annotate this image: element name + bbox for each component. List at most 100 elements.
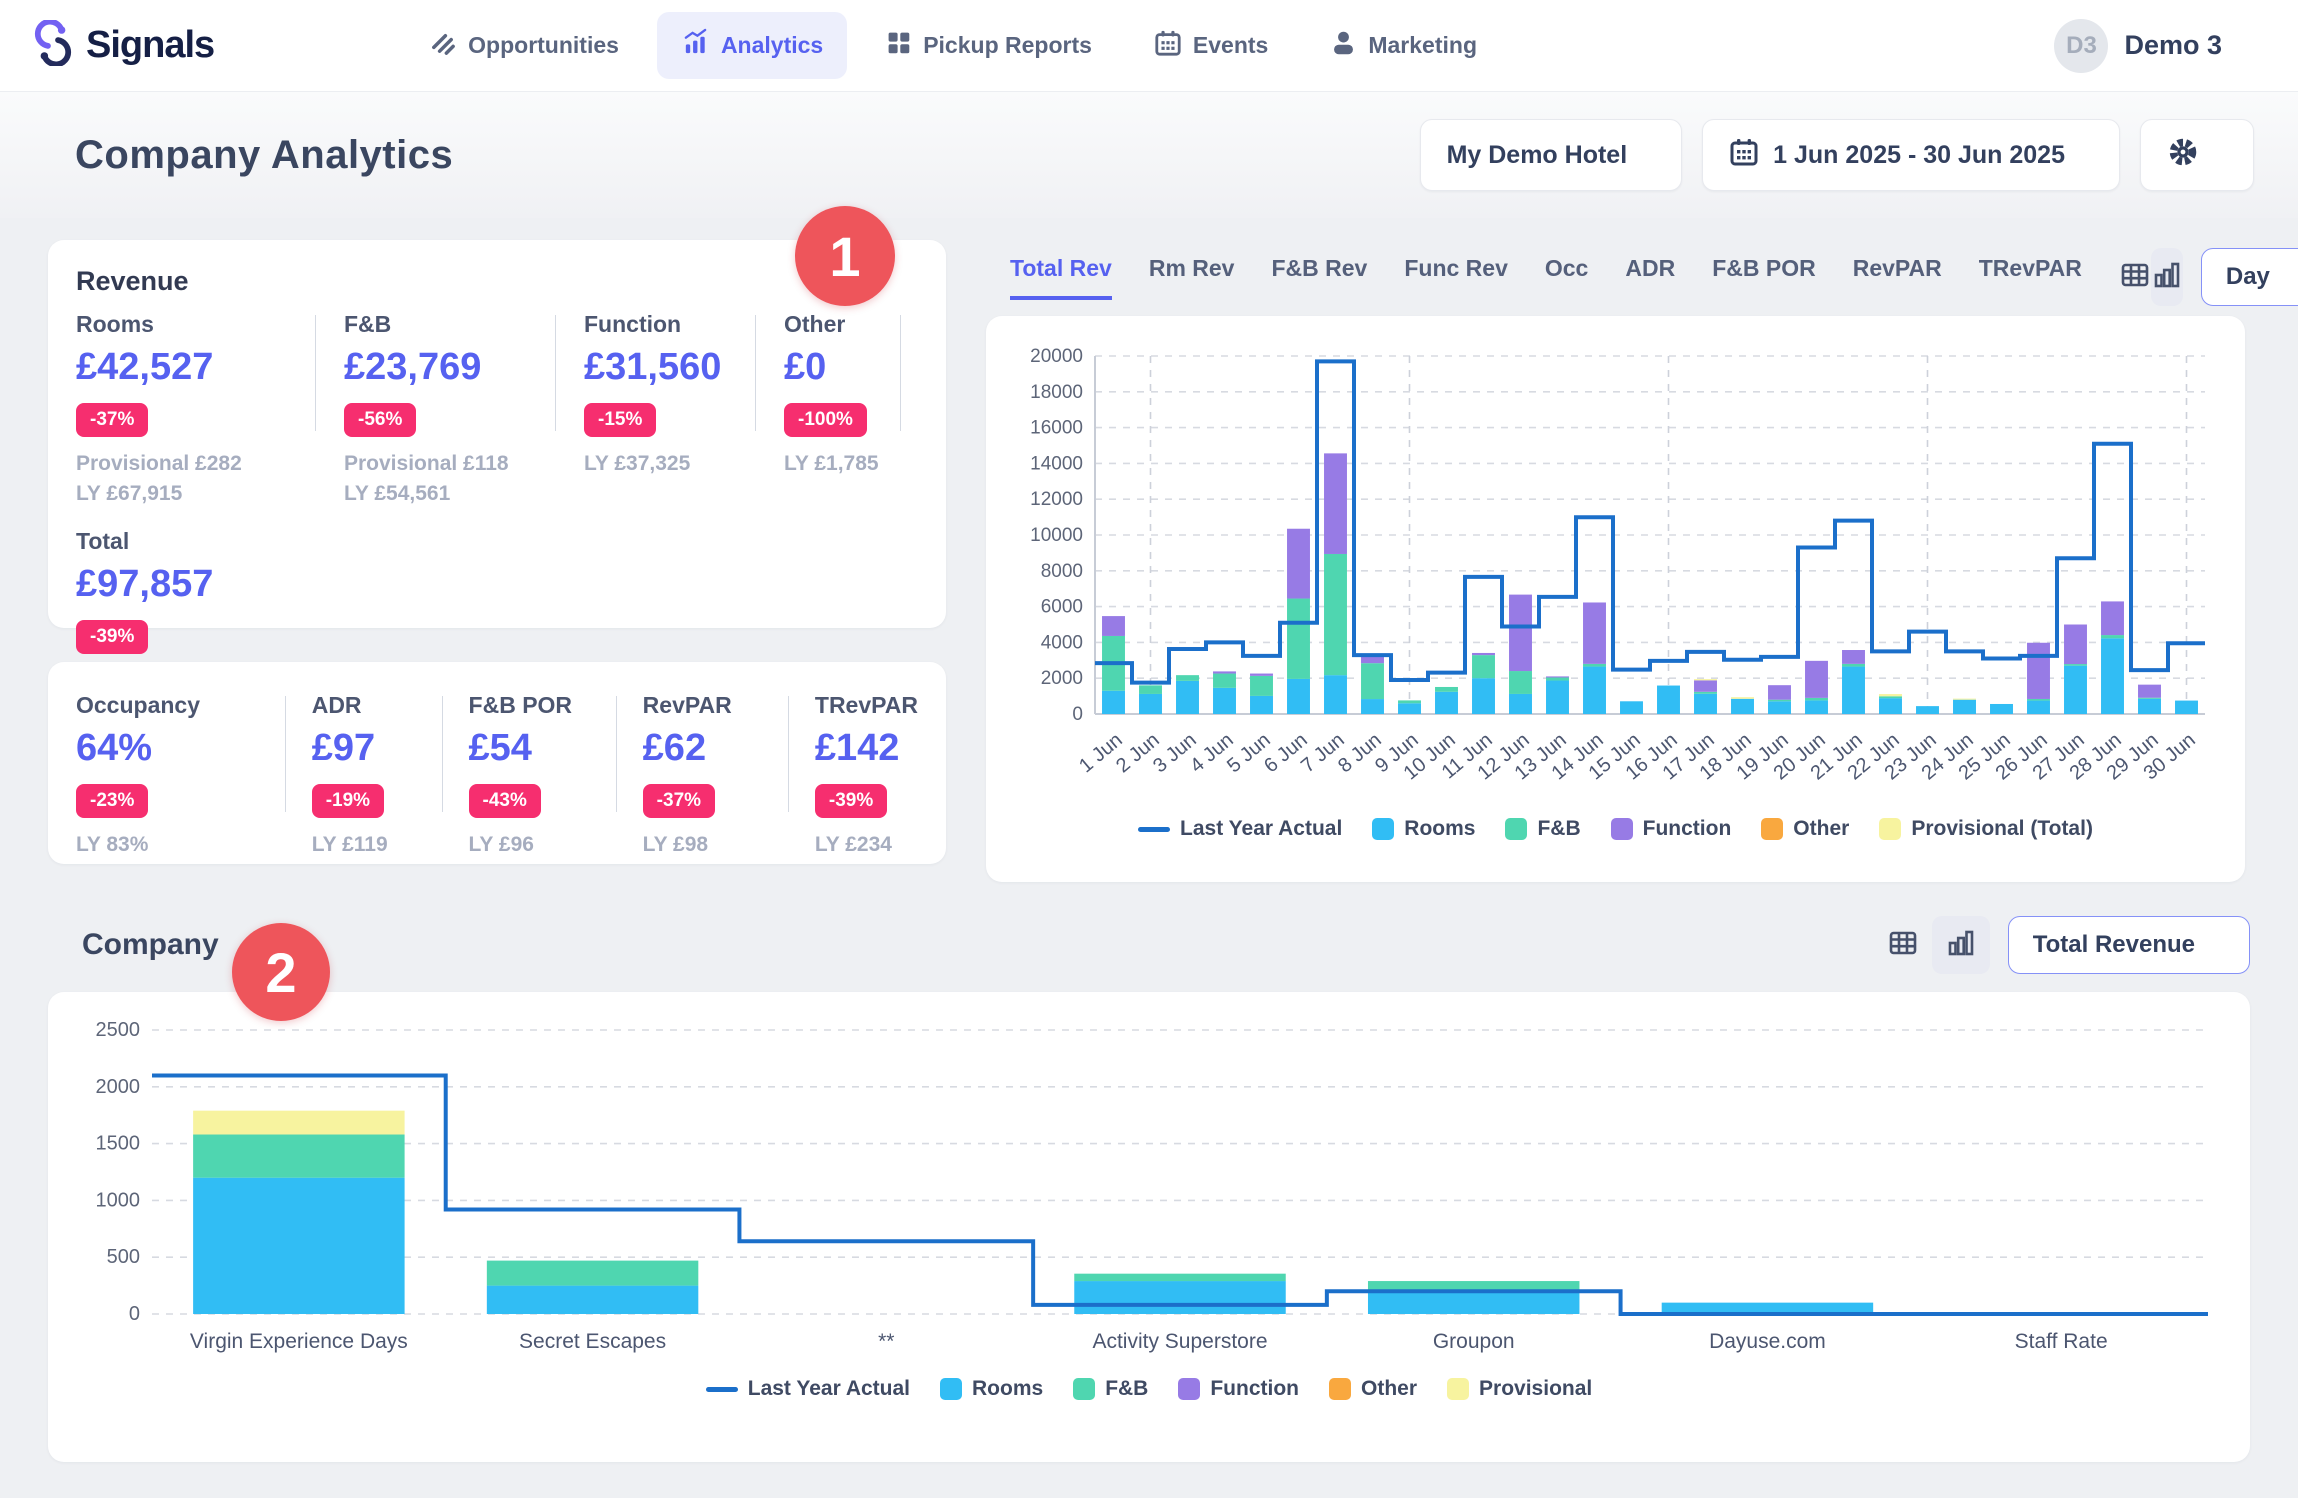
nav-label: Opportunities [468, 32, 619, 59]
svg-text:1000: 1000 [96, 1189, 141, 1211]
nav-item-pickup-reports[interactable]: Pickup Reports [861, 13, 1116, 78]
company-section-header: Company Total Revenue [0, 882, 2298, 992]
tab-occ[interactable]: Occ [1545, 255, 1588, 300]
metric-occupancy: Occupancy 64% -23% LY 83% [76, 692, 286, 860]
granularity-label: Day [2226, 263, 2270, 291]
nav-item-events[interactable]: Events [1130, 13, 1292, 79]
change-badge: -15% [584, 403, 656, 437]
legend-label: Provisional (Total) [1911, 817, 2093, 841]
change-badge: -37% [643, 784, 715, 818]
opportunities-icon [428, 28, 457, 63]
svg-text:Secret Escapes: Secret Escapes [519, 1330, 666, 1353]
nav-item-opportunities[interactable]: Opportunities [404, 12, 643, 79]
legend-label: Function [1643, 817, 1732, 841]
tab-adr[interactable]: ADR [1625, 255, 1675, 300]
legend-item[interactable]: Last Year Actual [706, 1377, 910, 1401]
granularity-selector[interactable]: Day [2201, 248, 2298, 306]
legend-item[interactable]: Rooms [940, 1377, 1043, 1401]
metric-adr: ADR £97 -19% LY £119 [286, 692, 443, 860]
legend-item[interactable]: Provisional [1447, 1377, 1592, 1401]
metric-label: TRevPAR [815, 692, 918, 719]
svg-text:0: 0 [129, 1303, 140, 1325]
daily-revenue-chart[interactable]: 0200040006000800010000120001400016000180… [1010, 338, 2221, 811]
legend-label: Other [1361, 1377, 1417, 1401]
main-nav: Opportunities Analytics Pickup Reports [404, 12, 1501, 79]
metric-label: RevPAR [643, 692, 789, 719]
legend-label: F&B [1537, 817, 1580, 841]
svg-text:500: 500 [107, 1246, 140, 1268]
nav-label: Marketing [1368, 32, 1477, 59]
legend-item[interactable]: Other [1329, 1377, 1417, 1401]
kpi-card: Occupancy 64% -23% LY 83% ADR £97 -19% L… [48, 662, 946, 864]
main-content: Revenue Rooms £42,527 -37% Provisional £… [0, 218, 2298, 882]
chart-view-toggle[interactable] [2151, 248, 2183, 306]
metric-rooms: Rooms £42,527 -37% Provisional £282 LY £… [76, 311, 316, 510]
legend-item[interactable]: F&B [1073, 1377, 1148, 1401]
hotel-selector-button[interactable]: My Demo Hotel [1420, 119, 1683, 191]
legend-item[interactable]: Last Year Actual [1138, 817, 1342, 841]
metric-value: £23,769 [344, 346, 556, 389]
table-icon [1887, 927, 1919, 964]
page-title: Company Analytics [75, 133, 453, 178]
company-section-title: Company [82, 928, 219, 962]
metric-sub: LY £119 [312, 830, 443, 860]
svg-text:0: 0 [1072, 704, 1083, 725]
svg-text:14000: 14000 [1030, 453, 1083, 474]
change-badge: -19% [312, 784, 384, 818]
date-range-label: 1 Jun 2025 - 30 Jun 2025 [1773, 141, 2065, 170]
legend-item[interactable]: Rooms [1372, 817, 1475, 841]
metric-sub: LY £67,915 [76, 479, 316, 509]
marketing-icon [1330, 29, 1357, 62]
events-icon [1154, 29, 1182, 63]
metric-value: £0 [784, 346, 901, 389]
metric-fb: F&B £23,769 -56% Provisional £118 LY £54… [316, 311, 556, 510]
tab-func-rev[interactable]: Func Rev [1404, 255, 1508, 300]
company-chart-card: 05001000150020002500Virgin Experience Da… [48, 992, 2250, 1462]
legend-swatch [1879, 818, 1901, 840]
metric-sub: LY £96 [469, 830, 617, 860]
tab-fb-por[interactable]: F&B POR [1712, 255, 1816, 300]
company-revenue-chart[interactable]: 05001000150020002500Virgin Experience Da… [72, 1016, 2226, 1371]
legend-item[interactable]: F&B [1505, 817, 1580, 841]
signals-logo-icon [30, 20, 76, 71]
metric-other: Other £0 -100% LY £1,785 [756, 311, 901, 510]
metric-value: £31,560 [584, 346, 756, 389]
svg-text:18000: 18000 [1030, 382, 1083, 403]
brand-logo[interactable]: Signals [30, 20, 214, 71]
metric-label: F&B POR [469, 692, 617, 719]
legend-item[interactable]: Provisional (Total) [1879, 817, 2093, 841]
metric-label: Total [76, 528, 918, 555]
date-range-button[interactable]: 1 Jun 2025 - 30 Jun 2025 [1702, 119, 2120, 191]
legend-item[interactable]: Function [1611, 817, 1732, 841]
legend-item[interactable]: Function [1178, 1377, 1299, 1401]
legend-label: Rooms [1404, 817, 1475, 841]
legend-label: Function [1210, 1377, 1299, 1401]
settings-button[interactable] [2140, 119, 2254, 191]
svg-text:1500: 1500 [96, 1133, 141, 1155]
legend-item[interactable]: Other [1761, 817, 1849, 841]
tab-total-rev[interactable]: Total Rev [1010, 255, 1112, 300]
metric-value: £97,857 [76, 563, 918, 606]
svg-text:2000: 2000 [1041, 668, 1083, 689]
annotation-badge-1: 1 [795, 206, 895, 306]
svg-text:6000: 6000 [1041, 597, 1083, 618]
nav-item-marketing[interactable]: Marketing [1306, 13, 1501, 78]
kpi-metrics-row: Occupancy 64% -23% LY 83% ADR £97 -19% L… [76, 692, 918, 860]
metric-label: Function [584, 311, 756, 338]
tab-trevpar[interactable]: TRevPAR [1979, 255, 2082, 300]
tab-fb-rev[interactable]: F&B Rev [1271, 255, 1367, 300]
company-chart-view-toggle[interactable] [1932, 916, 1990, 974]
legend-swatch [940, 1378, 962, 1400]
table-view-toggle[interactable] [2119, 248, 2151, 306]
analytics-icon [681, 28, 710, 63]
legend-swatch [1372, 818, 1394, 840]
company-table-view-toggle[interactable] [1874, 916, 1932, 974]
metric-value: £97 [312, 727, 443, 770]
metric-sub: Provisional £282 [76, 449, 316, 479]
tab-rm-rev[interactable]: Rm Rev [1149, 255, 1235, 300]
company-metric-selector[interactable]: Total Revenue [2008, 916, 2250, 974]
user-menu[interactable]: D3 Demo 3 [2054, 19, 2254, 73]
nav-item-analytics[interactable]: Analytics [657, 12, 847, 79]
legend-label: Rooms [972, 1377, 1043, 1401]
tab-revpar[interactable]: RevPAR [1853, 255, 1942, 300]
